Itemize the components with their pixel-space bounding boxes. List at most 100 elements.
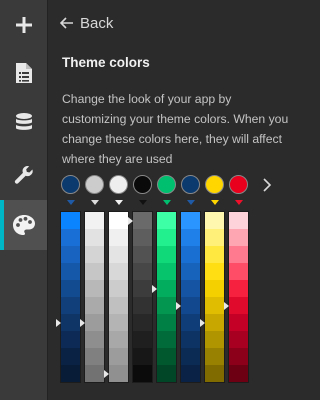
shade-cell[interactable] [85, 365, 104, 382]
shade-cell[interactable] [229, 229, 248, 246]
shade-cell[interactable] [157, 365, 176, 382]
shade-cell[interactable] [85, 280, 104, 297]
shade-cell[interactable] [157, 263, 176, 280]
theme-color-swatch[interactable] [61, 175, 80, 205]
shade-marker[interactable] [56, 318, 61, 327]
shade-cell[interactable] [181, 212, 200, 229]
shade-cell[interactable] [157, 297, 176, 314]
theme-color-swatch[interactable] [205, 175, 224, 205]
shade-cell[interactable] [229, 348, 248, 365]
shade-cell[interactable] [85, 229, 104, 246]
shade-cell[interactable] [133, 212, 152, 229]
shade-cell[interactable] [61, 348, 80, 365]
shade-cell[interactable] [181, 314, 200, 331]
shade-cell[interactable] [205, 263, 224, 280]
shade-cell[interactable] [85, 263, 104, 280]
shade-cell[interactable] [229, 297, 248, 314]
shade-cell[interactable] [181, 246, 200, 263]
shade-cell[interactable] [133, 280, 152, 297]
shade-cell[interactable] [157, 314, 176, 331]
shade-cell[interactable] [61, 331, 80, 348]
theme-color-swatch[interactable] [157, 175, 176, 205]
shade-cell[interactable] [61, 297, 80, 314]
shade-cell[interactable] [85, 246, 104, 263]
shade-marker[interactable] [224, 301, 229, 310]
back-button[interactable]: Back [60, 12, 113, 34]
shade-marker[interactable] [128, 216, 133, 225]
rail-data-button[interactable] [0, 98, 47, 148]
shade-marker[interactable] [152, 284, 157, 293]
shade-cell[interactable] [229, 280, 248, 297]
rail-pages-button[interactable] [0, 48, 47, 98]
shade-cell[interactable] [85, 314, 104, 331]
shade-cell[interactable] [109, 229, 128, 246]
shade-cell[interactable] [157, 331, 176, 348]
shade-cell[interactable] [109, 280, 128, 297]
theme-color-swatch[interactable] [85, 175, 104, 205]
shade-cell[interactable] [205, 365, 224, 382]
shade-cell[interactable] [109, 263, 128, 280]
theme-color-swatch[interactable] [133, 175, 152, 205]
shade-cell[interactable] [61, 229, 80, 246]
shade-cell[interactable] [85, 331, 104, 348]
shade-cell[interactable] [205, 280, 224, 297]
shade-cell[interactable] [133, 229, 152, 246]
shade-cell[interactable] [109, 348, 128, 365]
shade-cell[interactable] [181, 229, 200, 246]
shade-marker[interactable] [80, 318, 85, 327]
theme-color-swatch[interactable] [109, 175, 128, 205]
chevron-right-icon[interactable] [262, 178, 272, 192]
theme-color-swatch[interactable] [181, 175, 200, 205]
shade-cell[interactable] [229, 246, 248, 263]
shade-cell[interactable] [205, 331, 224, 348]
shade-cell[interactable] [133, 246, 152, 263]
shade-cell[interactable] [181, 348, 200, 365]
shade-cell[interactable] [181, 365, 200, 382]
shade-cell[interactable] [157, 229, 176, 246]
shade-cell[interactable] [157, 348, 176, 365]
shade-cell[interactable] [157, 246, 176, 263]
shade-cell[interactable] [229, 331, 248, 348]
rail-settings-button[interactable] [0, 150, 47, 200]
shade-cell[interactable] [133, 365, 152, 382]
shade-cell[interactable] [61, 280, 80, 297]
rail-theme-button[interactable] [0, 200, 47, 250]
shade-cell[interactable] [229, 263, 248, 280]
shade-cell[interactable] [133, 348, 152, 365]
shade-cell[interactable] [61, 314, 80, 331]
shade-cell[interactable] [205, 348, 224, 365]
shade-marker[interactable] [176, 301, 181, 310]
shade-cell[interactable] [61, 365, 80, 382]
shade-cell[interactable] [181, 297, 200, 314]
shade-cell[interactable] [181, 280, 200, 297]
shade-marker[interactable] [104, 369, 109, 378]
shade-cell[interactable] [109, 297, 128, 314]
shade-cell[interactable] [61, 212, 80, 229]
shade-cell[interactable] [109, 212, 128, 229]
shade-cell[interactable] [229, 314, 248, 331]
shade-cell[interactable] [205, 314, 224, 331]
shade-cell[interactable] [181, 331, 200, 348]
shade-cell[interactable] [133, 263, 152, 280]
shade-cell[interactable] [61, 263, 80, 280]
shade-cell[interactable] [109, 314, 128, 331]
shade-cell[interactable] [181, 263, 200, 280]
theme-color-swatch[interactable] [229, 175, 248, 205]
shade-cell[interactable] [133, 297, 152, 314]
shade-cell[interactable] [85, 348, 104, 365]
shade-cell[interactable] [109, 246, 128, 263]
shade-cell[interactable] [205, 246, 224, 263]
shade-cell[interactable] [109, 331, 128, 348]
shade-cell[interactable] [85, 212, 104, 229]
shade-cell[interactable] [205, 229, 224, 246]
shade-cell[interactable] [109, 365, 128, 382]
shade-cell[interactable] [133, 331, 152, 348]
shade-cell[interactable] [133, 314, 152, 331]
shade-cell[interactable] [61, 246, 80, 263]
shade-cell[interactable] [205, 212, 224, 229]
shade-cell[interactable] [229, 365, 248, 382]
shade-cell[interactable] [157, 280, 176, 297]
shade-marker[interactable] [200, 318, 205, 327]
shade-cell[interactable] [205, 297, 224, 314]
shade-cell[interactable] [229, 212, 248, 229]
